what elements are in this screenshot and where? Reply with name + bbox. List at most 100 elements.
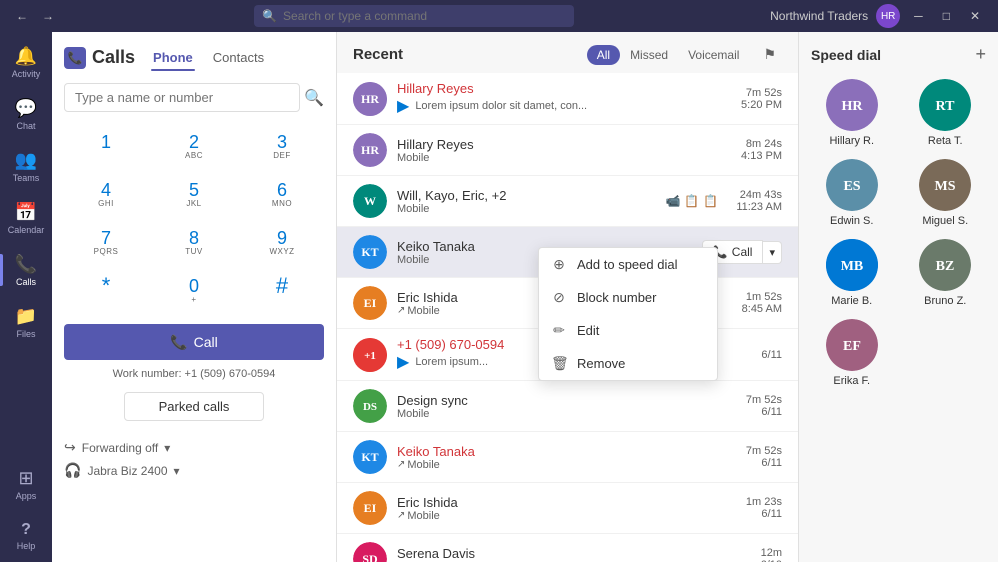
dial-key-8[interactable]: 8TUV — [152, 220, 236, 264]
filter-missed[interactable]: Missed — [620, 45, 678, 65]
notes-icon: 📋 — [684, 194, 699, 208]
call-item[interactable]: KT Keiko Tanaka Mobile ··· 📞 Call ▾ — [337, 227, 798, 278]
dial-key-4[interactable]: 4GHI — [64, 172, 148, 216]
sidebar-item-label: Apps — [16, 491, 37, 501]
add-icon: ⊕ — [551, 256, 567, 273]
sidebar-item-chat[interactable]: 💬 Chat — [0, 88, 52, 140]
sd-item-edwin[interactable]: ES Edwin S. — [811, 159, 893, 227]
back-button[interactable]: ← — [12, 7, 32, 25]
sd-name: Bruno Z. — [924, 295, 966, 307]
sidebar-item-files[interactable]: 📁 Files — [0, 296, 52, 348]
ctx-add-speed-dial[interactable]: ⊕ Add to speed dial — [539, 248, 717, 281]
call-item[interactable]: W Will, Kayo, Eric, +2 Mobile 📹 📋 📋 24m … — [337, 176, 798, 227]
dial-key-9[interactable]: 9WXYZ — [240, 220, 324, 264]
sidebar-item-activity[interactable]: 🔔 Activity — [0, 36, 52, 88]
speed-dial-header: Speed dial + — [811, 44, 986, 65]
forward-button[interactable]: → — [38, 7, 58, 25]
call-action-chevron[interactable]: ▾ — [763, 241, 782, 264]
dial-key-5[interactable]: 5JKL — [152, 172, 236, 216]
dialpad-search-button[interactable]: 🔍 — [304, 88, 324, 108]
recent-title: Recent — [353, 46, 579, 63]
dial-key-3[interactable]: 3DEF — [240, 124, 324, 168]
sidebar-item-apps[interactable]: ⊞ Apps — [0, 458, 52, 510]
call-info: Serena Davis ↗ Mobile — [397, 546, 751, 562]
search-icon: 🔍 — [262, 9, 277, 23]
filter-icon-button[interactable]: ⚑ — [757, 44, 782, 65]
call-item[interactable]: EI Eric Ishida ↗ Mobile 1m 23s 6/11 — [337, 483, 798, 534]
sidebar-item-teams[interactable]: 👥 Teams — [0, 140, 52, 192]
number-input[interactable] — [64, 83, 300, 112]
call-sub: Mobile — [397, 203, 655, 215]
avatar: HR — [353, 82, 387, 116]
sd-item-reta[interactable]: RT Reta T. — [905, 79, 987, 147]
dial-key-2[interactable]: 2ABC — [152, 124, 236, 168]
tab-contacts[interactable]: Contacts — [211, 44, 266, 71]
sd-item-bruno[interactable]: BZ Bruno Z. — [905, 239, 987, 307]
dial-key-7[interactable]: 7PQRS — [64, 220, 148, 264]
recent-header: Recent All Missed Voicemail ⚑ — [337, 32, 798, 73]
dial-key-6[interactable]: 6MNO — [240, 172, 324, 216]
call-duration: 1m 23s — [746, 496, 782, 508]
device-item[interactable]: 🎧 Jabra Biz 2400 ▾ — [64, 462, 324, 479]
user-avatar[interactable]: HR — [876, 4, 900, 28]
dial-key-hash[interactable]: # — [240, 268, 324, 312]
dial-key-1[interactable]: 1 — [64, 124, 148, 168]
call-name: Hillary Reyes — [397, 81, 731, 96]
call-time: 6/11 — [746, 406, 782, 418]
call-preview: Lorem ipsum dolor sit damet, con... — [415, 100, 587, 112]
number-input-row: 🔍 — [64, 83, 324, 112]
activity-icon: 🔔 — [15, 46, 37, 67]
sd-item-erika[interactable]: EF Erika F. — [811, 319, 893, 387]
phone-icon: 📞 — [170, 334, 187, 351]
search-bar[interactable]: 🔍 — [254, 5, 574, 27]
title-bar-right: Northwind Traders HR ─ □ ✕ — [770, 4, 986, 28]
close-button[interactable]: ✕ — [964, 9, 986, 23]
call-item[interactable]: KT Keiko Tanaka ↗ Mobile 7m 52s 6/11 — [337, 432, 798, 483]
call-time: 6/11 — [761, 349, 782, 361]
sidebar-item-calendar[interactable]: 📅 Calendar — [0, 192, 52, 244]
dial-key-star[interactable]: * — [64, 268, 148, 312]
call-sub: Mobile — [407, 510, 439, 522]
ctx-edit[interactable]: ✏ Edit — [539, 314, 717, 347]
help-icon: ? — [21, 521, 31, 539]
call-button[interactable]: 📞 Call — [64, 324, 324, 360]
filter-all[interactable]: All — [587, 45, 620, 65]
call-item[interactable]: DS Design sync Mobile 7m 52s 6/11 — [337, 381, 798, 432]
call-item[interactable]: HR Hillary Reyes ▶ Lorem ipsum dolor sit… — [337, 73, 798, 125]
call-item[interactable]: SD Serena Davis ↗ Mobile 12m 6/10 — [337, 534, 798, 562]
call-info: Design sync Mobile — [397, 393, 736, 420]
arrow-icon: ↗ — [397, 459, 405, 470]
forwarding-icon: ↪ — [64, 439, 76, 456]
svg-text:HR: HR — [361, 143, 379, 157]
call-info: Eric Ishida ↗ Mobile — [397, 495, 736, 522]
forwarding-item[interactable]: ↪ Forwarding off ▾ — [64, 439, 324, 456]
call-time: 6/11 — [746, 508, 782, 520]
tab-phone[interactable]: Phone — [151, 44, 195, 71]
call-item[interactable]: HR Hillary Reyes Mobile 8m 24s 4:13 PM — [337, 125, 798, 176]
call-duration: 7m 52s — [746, 394, 782, 406]
minimize-button[interactable]: ─ — [908, 9, 929, 23]
dial-key-0[interactable]: 0+ — [152, 268, 236, 312]
avatar: KT — [353, 440, 387, 474]
svg-text:+1: +1 — [364, 350, 376, 362]
add-speed-dial-button[interactable]: + — [975, 44, 986, 65]
sd-item-marie[interactable]: MB Marie B. — [811, 239, 893, 307]
calls-list: HR Hillary Reyes ▶ Lorem ipsum dolor sit… — [337, 73, 798, 562]
svg-text:SD: SD — [362, 552, 378, 562]
search-input[interactable] — [283, 9, 563, 23]
sidebar-item-calls[interactable]: 📞 Calls — [0, 244, 52, 296]
maximize-button[interactable]: □ — [937, 9, 956, 23]
ctx-block-number[interactable]: ⊘ Block number — [539, 281, 717, 314]
sd-item-hillary[interactable]: HR Hillary R. — [811, 79, 893, 147]
call-duration: 7m 52s — [746, 445, 782, 457]
sd-avatar: MB — [826, 239, 878, 291]
filter-voicemail[interactable]: Voicemail — [678, 45, 749, 65]
sd-avatar: MS — [919, 159, 971, 211]
parked-calls-button[interactable]: Parked calls — [124, 392, 264, 421]
sd-name: Miguel S. — [922, 215, 968, 227]
call-sub: Mobile — [397, 408, 736, 420]
sidebar-item-help[interactable]: ? Help — [0, 510, 52, 562]
ctx-remove[interactable]: 🗑 Remove — [539, 347, 717, 380]
sd-avatar: ES — [826, 159, 878, 211]
sd-item-miguel[interactable]: MS Miguel S. — [905, 159, 987, 227]
